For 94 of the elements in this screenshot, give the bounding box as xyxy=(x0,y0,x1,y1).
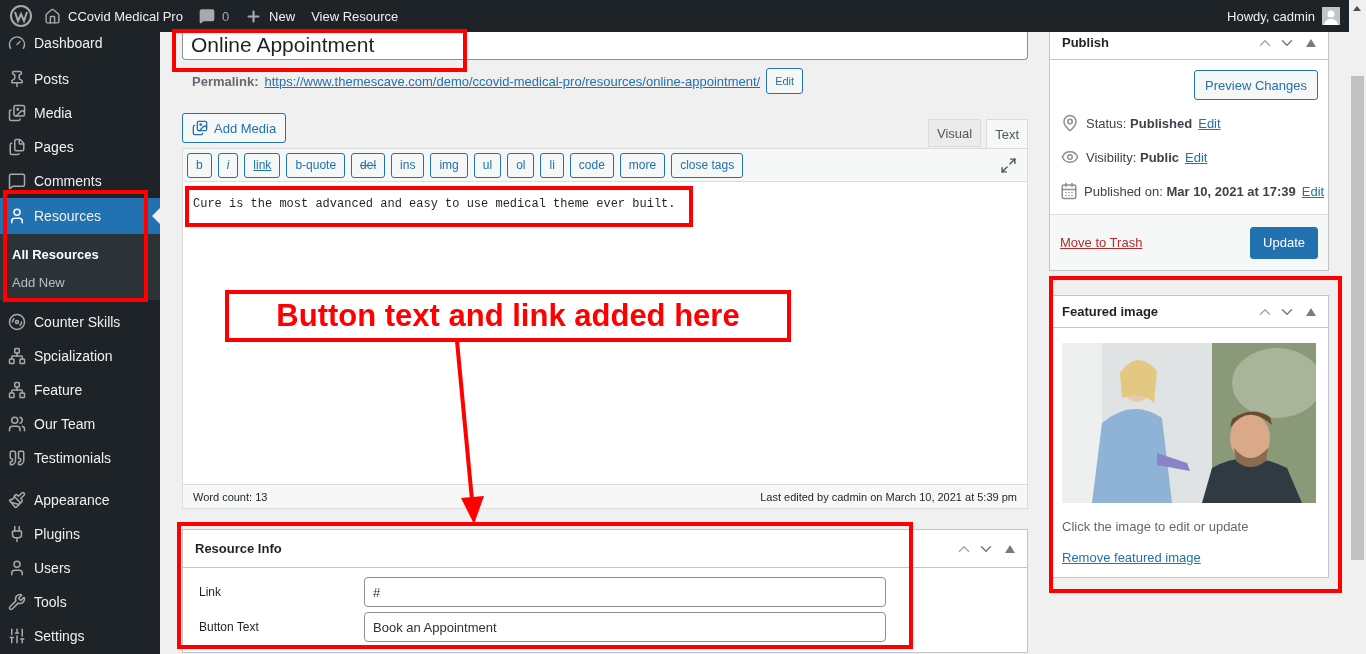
scrollbar[interactable] xyxy=(1349,0,1366,654)
gauge-icon xyxy=(8,34,26,52)
quicktag-button[interactable]: b-quote xyxy=(286,152,346,178)
toggle-panel-icon[interactable] xyxy=(1005,544,1015,553)
remove-featured-image-link[interactable]: Remove featured image xyxy=(1062,550,1201,565)
toggle-panel-icon[interactable] xyxy=(1306,38,1316,47)
menu-item[interactable]: Counter Skills xyxy=(0,305,160,339)
edit-permalink-button[interactable]: Edit xyxy=(766,68,804,94)
wrench-icon xyxy=(8,593,26,611)
pin-icon xyxy=(8,70,26,88)
move-to-trash-link[interactable]: Move to Trash xyxy=(1060,235,1143,250)
content-text[interactable]: Cure is the most advanced and easy to use medical theme ever built. xyxy=(193,197,676,211)
media-icon xyxy=(192,120,208,136)
add-media-button[interactable]: Add Media xyxy=(182,113,287,143)
reel-icon xyxy=(8,313,26,331)
site-name-link[interactable]: CCovid Medical Pro xyxy=(44,7,183,25)
quicktag-button[interactable]: close tags xyxy=(671,152,744,178)
update-button[interactable]: Update xyxy=(1250,226,1318,259)
wordpress-logo-icon[interactable] xyxy=(10,5,32,27)
images-icon xyxy=(8,104,26,122)
menu-item[interactable]: Tools xyxy=(0,585,160,619)
menu-item[interactable]: Spcialization xyxy=(0,339,160,373)
publish-info: Status: Published xyxy=(1086,115,1193,131)
edit-link[interactable]: Edit xyxy=(1301,183,1325,199)
sitemap-icon xyxy=(8,381,26,399)
greeting[interactable]: Howdy, cadmin xyxy=(1227,8,1315,24)
quicktag-button[interactable]: code xyxy=(569,152,614,178)
comments-link[interactable]: 0 xyxy=(198,8,230,24)
pin-icon xyxy=(1060,114,1080,132)
menu-item[interactable]: Plugins xyxy=(0,517,160,551)
panel-title: Featured image xyxy=(1062,304,1160,319)
pages-icon xyxy=(8,138,26,156)
view-resource-link[interactable]: View Resource xyxy=(311,8,399,24)
quicktag-button[interactable]: b xyxy=(187,152,212,178)
quicktag-button[interactable]: more xyxy=(619,152,666,178)
menu-item[interactable]: Appearance xyxy=(0,483,160,517)
new-link[interactable]: New xyxy=(245,7,296,25)
input-field[interactable]: # xyxy=(364,577,886,607)
quicktag-button[interactable]: ol xyxy=(507,152,535,178)
toggle-panel-icon[interactable] xyxy=(1306,307,1316,316)
fullscreen-icon[interactable] xyxy=(1000,156,1017,174)
field-label: Button Text xyxy=(199,620,260,634)
submenu-item[interactable]: Add New xyxy=(0,268,160,296)
menu-item[interactable]: Feature xyxy=(0,373,160,407)
panel-title: Publish xyxy=(1062,35,1110,50)
field-label: Link xyxy=(199,585,222,599)
edit-link[interactable]: Edit xyxy=(1185,149,1208,165)
preview-changes-button[interactable]: Preview Changes xyxy=(1194,70,1318,100)
menu-item[interactable]: Pages xyxy=(0,130,160,164)
quicktag-button[interactable]: li xyxy=(540,152,564,178)
quicktag-button[interactable]: link xyxy=(244,152,281,178)
publish-info: Published on: Mar 10, 2021 at 17:39 xyxy=(1084,183,1296,199)
permalink-link[interactable]: https://www.themescave.com/demo/ccovid-medical-pro/resources/online-appointment/ xyxy=(264,73,761,89)
plus-icon xyxy=(245,7,263,25)
menu-item[interactable]: Our Team xyxy=(0,407,160,441)
quicktag-button[interactable]: img xyxy=(430,152,468,178)
calendar-icon xyxy=(1060,182,1078,200)
speech-bubble-icon xyxy=(198,8,215,24)
quicktag-button[interactable]: ul xyxy=(473,152,502,178)
menu-item[interactable]: Media xyxy=(0,96,160,130)
permalink-label: Permalink: xyxy=(192,73,259,89)
menu-item[interactable]: Testimonials xyxy=(0,441,160,475)
avatar-icon[interactable] xyxy=(1322,7,1340,25)
callout-text: Button text and link added here xyxy=(276,298,740,334)
menu-item[interactable]: Resources xyxy=(0,198,160,234)
eye-icon xyxy=(1060,148,1080,166)
person-icon xyxy=(8,559,26,577)
edit-link[interactable]: Edit xyxy=(1198,115,1221,131)
editor-tab[interactable]: Text xyxy=(986,119,1028,148)
word-count: Word count: 13 xyxy=(193,490,268,503)
editor-tab[interactable]: Visual xyxy=(927,119,982,147)
menu-item[interactable]: Posts xyxy=(0,62,160,96)
sitemap-icon xyxy=(8,347,26,365)
input-field[interactable]: Book an Appointment xyxy=(364,612,886,642)
menu-item[interactable]: Comments xyxy=(0,164,160,198)
submenu-item[interactable]: All Resources xyxy=(0,240,160,268)
people-icon xyxy=(8,415,26,433)
title-field[interactable]: Online Appointment xyxy=(182,32,1028,60)
quicktag-button[interactable]: i xyxy=(217,152,239,178)
image-hint: Click the image to edit or update xyxy=(1062,519,1250,534)
panel-title: Resource Info xyxy=(195,541,283,556)
menu-item[interactable]: Settings xyxy=(0,619,160,653)
publish-info: Visibility: Public xyxy=(1086,149,1179,165)
speech-bubble-icon xyxy=(8,172,26,190)
quote-icon xyxy=(8,449,26,467)
paintbrush-icon xyxy=(8,491,26,509)
home-icon xyxy=(44,7,61,25)
person-icon xyxy=(8,207,26,225)
quicktag-button[interactable]: del xyxy=(351,152,386,178)
menu-item[interactable]: Dashboard xyxy=(0,32,160,54)
last-edited: Last edited by cadmin on March 10, 2021 at 5:39 pm xyxy=(760,490,1017,503)
quicktag-button[interactable]: ins xyxy=(391,152,425,178)
menu-item[interactable]: Users xyxy=(0,551,160,585)
sliders-icon xyxy=(8,627,26,645)
